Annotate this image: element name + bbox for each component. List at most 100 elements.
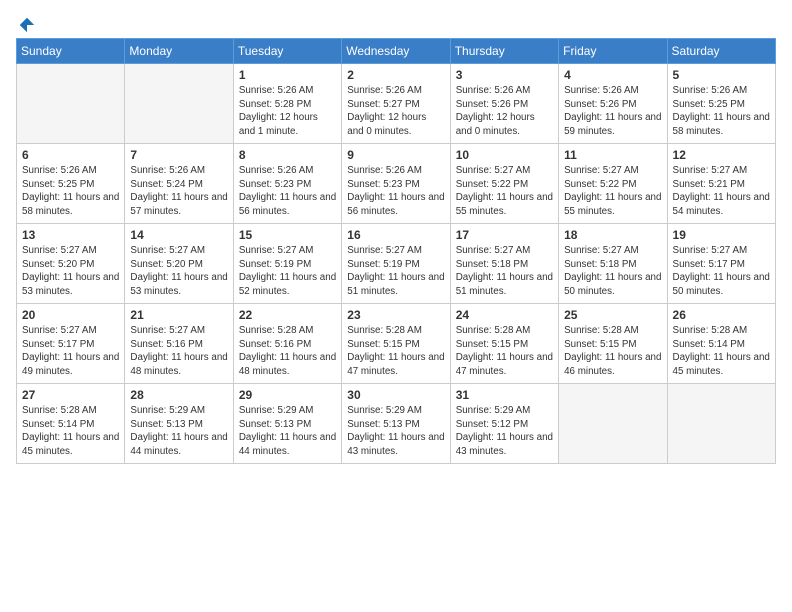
- calendar-cell: 23 Sunrise: 5:28 AM Sunset: 5:15 PM Dayli…: [342, 304, 450, 384]
- weekday-header: Friday: [559, 39, 667, 64]
- day-number: 4: [564, 68, 661, 82]
- calendar-cell: 18 Sunrise: 5:27 AM Sunset: 5:18 PM Dayli…: [559, 224, 667, 304]
- day-info: Sunrise: 5:27 AM Sunset: 5:18 PM Dayligh…: [564, 244, 661, 299]
- day-info: Sunrise: 5:27 AM Sunset: 5:17 PM Dayligh…: [22, 324, 119, 379]
- day-info: Sunrise: 5:28 AM Sunset: 5:16 PM Dayligh…: [239, 324, 336, 379]
- day-number: 3: [456, 68, 553, 82]
- day-number: 17: [456, 228, 553, 242]
- day-number: 9: [347, 148, 444, 162]
- calendar-header-row: SundayMondayTuesdayWednesdayThursdayFrid…: [17, 39, 776, 64]
- day-info: Sunrise: 5:27 AM Sunset: 5:20 PM Dayligh…: [22, 244, 119, 299]
- day-number: 13: [22, 228, 119, 242]
- weekday-header: Monday: [125, 39, 233, 64]
- calendar-cell: [17, 64, 125, 144]
- calendar-week-row: 20 Sunrise: 5:27 AM Sunset: 5:17 PM Dayli…: [17, 304, 776, 384]
- day-number: 12: [673, 148, 770, 162]
- calendar-cell: [667, 384, 775, 464]
- calendar-cell: 17 Sunrise: 5:27 AM Sunset: 5:18 PM Dayli…: [450, 224, 558, 304]
- day-number: 1: [239, 68, 336, 82]
- calendar-table: SundayMondayTuesdayWednesdayThursdayFrid…: [16, 38, 776, 464]
- day-info: Sunrise: 5:26 AM Sunset: 5:25 PM Dayligh…: [22, 164, 119, 219]
- logo: [16, 16, 36, 30]
- calendar-cell: 27Sunrise: 5:28 AM Sunset: 5:14 PM Dayli…: [17, 384, 125, 464]
- calendar-cell: 20 Sunrise: 5:27 AM Sunset: 5:17 PM Dayli…: [17, 304, 125, 384]
- calendar-cell: 6 Sunrise: 5:26 AM Sunset: 5:25 PM Daylig…: [17, 144, 125, 224]
- weekday-header: Saturday: [667, 39, 775, 64]
- weekday-header: Wednesday: [342, 39, 450, 64]
- logo-icon: [18, 16, 36, 34]
- day-info: Sunrise: 5:27 AM Sunset: 5:17 PM Dayligh…: [673, 244, 770, 299]
- day-number: 25: [564, 308, 661, 322]
- day-number: 10: [456, 148, 553, 162]
- day-number: 7: [130, 148, 227, 162]
- day-info: Sunrise: 5:27 AM Sunset: 5:20 PM Dayligh…: [130, 244, 227, 299]
- calendar-cell: 16Sunrise: 5:27 AM Sunset: 5:19 PM Dayli…: [342, 224, 450, 304]
- day-info: Sunrise: 5:28 AM Sunset: 5:15 PM Dayligh…: [347, 324, 444, 379]
- day-number: 30: [347, 388, 444, 402]
- calendar-week-row: 27Sunrise: 5:28 AM Sunset: 5:14 PM Dayli…: [17, 384, 776, 464]
- day-info: Sunrise: 5:27 AM Sunset: 5:22 PM Dayligh…: [564, 164, 661, 219]
- day-info: Sunrise: 5:28 AM Sunset: 5:15 PM Dayligh…: [456, 324, 553, 379]
- day-info: Sunrise: 5:26 AM Sunset: 5:24 PM Dayligh…: [130, 164, 227, 219]
- day-number: 21: [130, 308, 227, 322]
- day-number: 23: [347, 308, 444, 322]
- calendar-cell: 5 Sunrise: 5:26 AM Sunset: 5:25 PM Daylig…: [667, 64, 775, 144]
- calendar-week-row: 1Sunrise: 5:26 AM Sunset: 5:28 PM Daylig…: [17, 64, 776, 144]
- weekday-header: Sunday: [17, 39, 125, 64]
- calendar-cell: 4 Sunrise: 5:26 AM Sunset: 5:26 PM Daylig…: [559, 64, 667, 144]
- calendar-cell: [125, 64, 233, 144]
- calendar-week-row: 6 Sunrise: 5:26 AM Sunset: 5:25 PM Daylig…: [17, 144, 776, 224]
- calendar-cell: 15 Sunrise: 5:27 AM Sunset: 5:19 PM Dayli…: [233, 224, 341, 304]
- day-info: Sunrise: 5:29 AM Sunset: 5:13 PM Dayligh…: [130, 404, 227, 459]
- day-number: 18: [564, 228, 661, 242]
- day-info: Sunrise: 5:26 AM Sunset: 5:23 PM Dayligh…: [347, 164, 444, 219]
- day-info: Sunrise: 5:27 AM Sunset: 5:19 PM Dayligh…: [347, 244, 444, 299]
- calendar-cell: 25 Sunrise: 5:28 AM Sunset: 5:15 PM Dayli…: [559, 304, 667, 384]
- calendar-cell: 9 Sunrise: 5:26 AM Sunset: 5:23 PM Daylig…: [342, 144, 450, 224]
- calendar-cell: [559, 384, 667, 464]
- calendar-cell: 10 Sunrise: 5:27 AM Sunset: 5:22 PM Dayli…: [450, 144, 558, 224]
- calendar-cell: 14Sunrise: 5:27 AM Sunset: 5:20 PM Dayli…: [125, 224, 233, 304]
- calendar-cell: 26 Sunrise: 5:28 AM Sunset: 5:14 PM Dayli…: [667, 304, 775, 384]
- day-info: Sunrise: 5:29 AM Sunset: 5:12 PM Dayligh…: [456, 404, 553, 459]
- day-info: Sunrise: 5:27 AM Sunset: 5:22 PM Dayligh…: [456, 164, 553, 219]
- calendar-cell: 31 Sunrise: 5:29 AM Sunset: 5:12 PM Dayli…: [450, 384, 558, 464]
- day-info: Sunrise: 5:27 AM Sunset: 5:18 PM Dayligh…: [456, 244, 553, 299]
- calendar-cell: 21 Sunrise: 5:27 AM Sunset: 5:16 PM Dayli…: [125, 304, 233, 384]
- day-info: Sunrise: 5:27 AM Sunset: 5:16 PM Dayligh…: [130, 324, 227, 379]
- day-number: 15: [239, 228, 336, 242]
- day-info: Sunrise: 5:28 AM Sunset: 5:15 PM Dayligh…: [564, 324, 661, 379]
- calendar-cell: 24 Sunrise: 5:28 AM Sunset: 5:15 PM Dayli…: [450, 304, 558, 384]
- day-info: Sunrise: 5:27 AM Sunset: 5:21 PM Dayligh…: [673, 164, 770, 219]
- day-number: 20: [22, 308, 119, 322]
- calendar-cell: 7 Sunrise: 5:26 AM Sunset: 5:24 PM Daylig…: [125, 144, 233, 224]
- day-info: Sunrise: 5:26 AM Sunset: 5:26 PM Dayligh…: [456, 84, 553, 139]
- day-info: Sunrise: 5:26 AM Sunset: 5:25 PM Dayligh…: [673, 84, 770, 139]
- day-info: Sunrise: 5:28 AM Sunset: 5:14 PM Dayligh…: [22, 404, 119, 459]
- day-info: Sunrise: 5:26 AM Sunset: 5:26 PM Dayligh…: [564, 84, 661, 139]
- day-info: Sunrise: 5:28 AM Sunset: 5:14 PM Dayligh…: [673, 324, 770, 379]
- weekday-header: Tuesday: [233, 39, 341, 64]
- calendar-cell: 8Sunrise: 5:26 AM Sunset: 5:23 PM Daylig…: [233, 144, 341, 224]
- page-header: [16, 16, 776, 30]
- day-info: Sunrise: 5:29 AM Sunset: 5:13 PM Dayligh…: [239, 404, 336, 459]
- calendar-cell: 12 Sunrise: 5:27 AM Sunset: 5:21 PM Dayli…: [667, 144, 775, 224]
- day-number: 8: [239, 148, 336, 162]
- day-number: 29: [239, 388, 336, 402]
- day-number: 22: [239, 308, 336, 322]
- calendar-cell: 29 Sunrise: 5:29 AM Sunset: 5:13 PM Dayli…: [233, 384, 341, 464]
- calendar-cell: 30Sunrise: 5:29 AM Sunset: 5:13 PM Dayli…: [342, 384, 450, 464]
- weekday-header: Thursday: [450, 39, 558, 64]
- calendar-cell: 11Sunrise: 5:27 AM Sunset: 5:22 PM Dayli…: [559, 144, 667, 224]
- day-number: 24: [456, 308, 553, 322]
- day-number: 28: [130, 388, 227, 402]
- day-info: Sunrise: 5:26 AM Sunset: 5:27 PM Dayligh…: [347, 84, 444, 139]
- calendar-week-row: 13 Sunrise: 5:27 AM Sunset: 5:20 PM Dayli…: [17, 224, 776, 304]
- day-info: Sunrise: 5:27 AM Sunset: 5:19 PM Dayligh…: [239, 244, 336, 299]
- calendar-cell: 1Sunrise: 5:26 AM Sunset: 5:28 PM Daylig…: [233, 64, 341, 144]
- calendar-cell: 28 Sunrise: 5:29 AM Sunset: 5:13 PM Dayli…: [125, 384, 233, 464]
- day-number: 6: [22, 148, 119, 162]
- day-number: 26: [673, 308, 770, 322]
- day-number: 5: [673, 68, 770, 82]
- day-number: 31: [456, 388, 553, 402]
